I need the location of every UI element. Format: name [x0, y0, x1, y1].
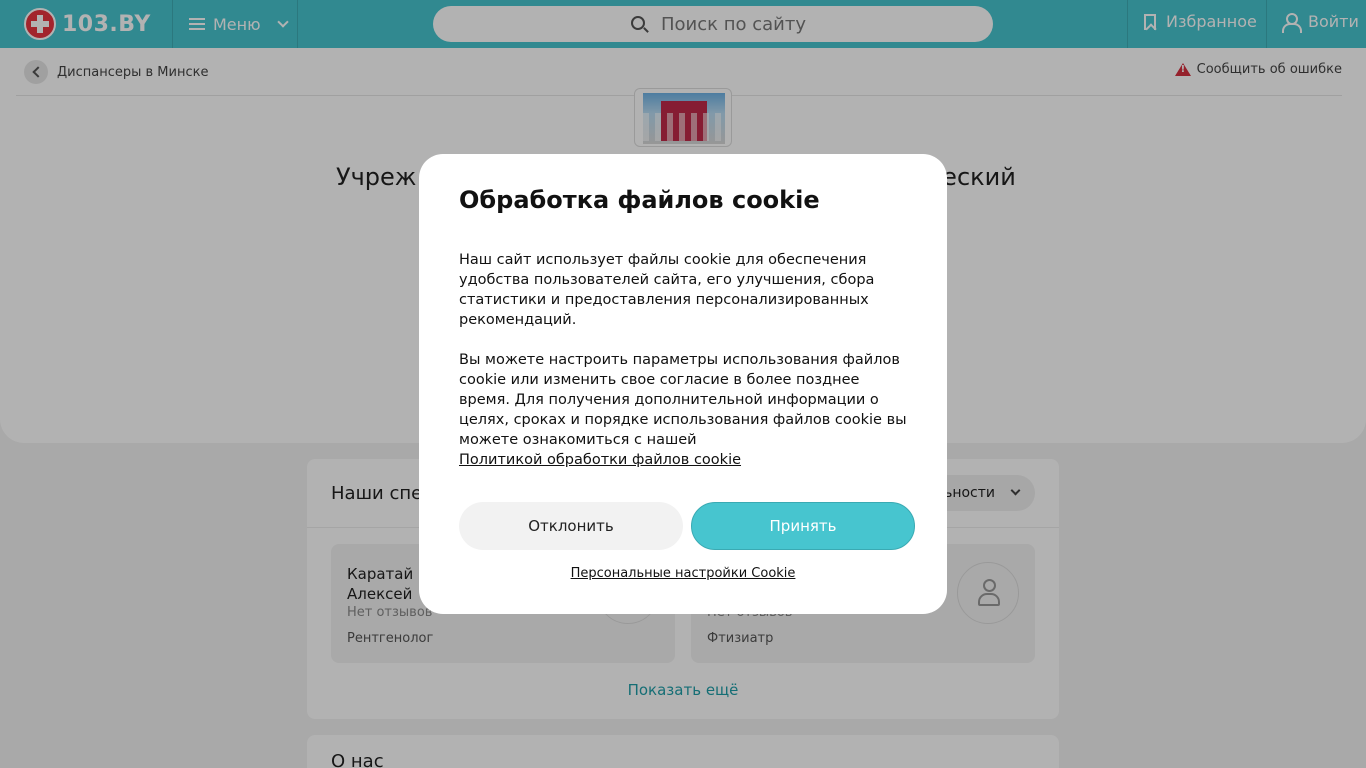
dialog-paragraph: Вы можете настроить параметры использова… — [459, 352, 907, 468]
decline-button[interactable]: Отклонить — [459, 502, 683, 550]
dialog-paragraph: Наш сайт использует файлы cookie для обе… — [459, 252, 875, 328]
dialog-body: Наш сайт использует файлы cookie для обе… — [459, 250, 909, 470]
dialog-title: Обработка файлов cookie — [459, 186, 820, 214]
cookie-policy-link[interactable]: Политикой обработки файлов cookie — [459, 452, 741, 468]
accept-button[interactable]: Принять — [691, 502, 915, 550]
cookie-consent-dialog: Обработка файлов cookie Наш сайт использ… — [419, 154, 947, 614]
personal-cookie-settings-link[interactable]: Персональные настройки Cookie — [419, 566, 947, 581]
